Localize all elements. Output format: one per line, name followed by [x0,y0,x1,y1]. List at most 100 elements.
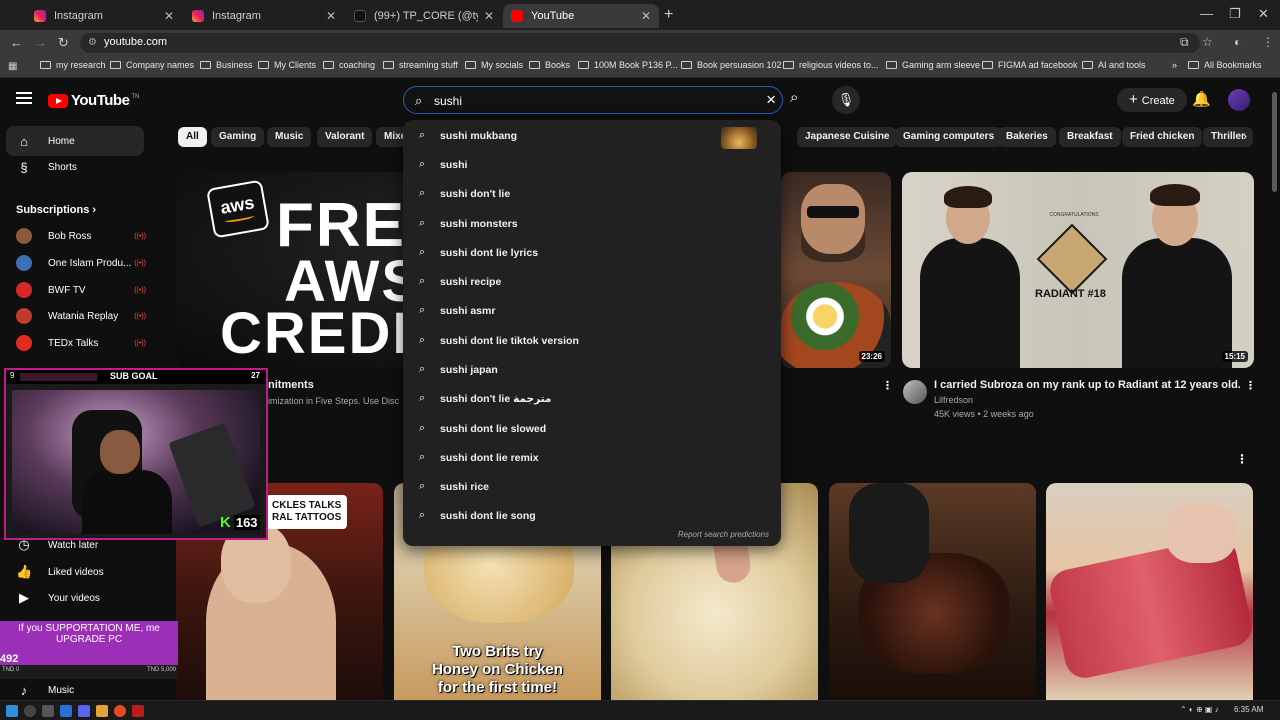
bookmark-star-icon[interactable]: ☆ [1202,35,1213,49]
subscription-item[interactable]: One Islam Produ... ((•)) [16,255,146,271]
video-thumbnail-radiant[interactable]: CONGRATULATIONS RADIANT #18 15:15 [902,172,1254,368]
search-suggestion[interactable]: ⌕ sushi japan [403,355,781,384]
url-field[interactable]: ⚙ youtube.com [80,33,1200,53]
apps-grid-icon[interactable]: ▦ [8,61,17,72]
report-search-predictions-link[interactable]: Report search predictions [678,530,769,539]
all-bookmarks-folder[interactable]: All Bookmarks [1188,60,1262,70]
more-options-icon[interactable]: ⋮ [1245,379,1256,392]
restore-icon[interactable]: ❐ [1229,6,1241,22]
app-icon[interactable] [132,705,144,717]
short-thumbnail[interactable] [1046,483,1253,700]
bookmark-business[interactable]: Business [200,60,253,70]
chip-gaming[interactable]: Gaming [211,127,265,147]
bookmark-ai-and-tools[interactable]: AI and tools [1082,60,1146,70]
back-icon[interactable]: ← [10,35,23,50]
chip-music[interactable]: Music [267,127,312,147]
close-tab-icon[interactable]: ✕ [641,9,651,23]
search-suggestion[interactable]: ⌕ sushi dont lie slowed [403,414,781,443]
create-button[interactable]: + Create [1117,88,1187,112]
bookmark-streaming-stuff[interactable]: streaming stuff [383,60,458,70]
forward-icon[interactable]: → [34,35,47,50]
account-avatar[interactable] [1228,89,1250,111]
search-suggestion[interactable]: ⌕ sushi don't lie [403,179,781,208]
bookmark-coaching[interactable]: coaching [323,60,375,70]
chip-breakfast[interactable]: Breakfast [1059,127,1121,147]
install-app-icon[interactable]: ⧉ [1180,35,1189,50]
bookmark-gaming-arm-sleeve[interactable]: Gaming arm sleeve [886,60,980,70]
task-view-icon[interactable] [42,705,54,717]
discord-icon[interactable] [78,705,90,717]
notifications-bell-icon[interactable]: 🔔 [1192,90,1211,108]
sidebar-item-your-videos[interactable]: ▶ Your videos [6,583,144,613]
search-suggestion[interactable]: ⌕ sushi mukbang [403,121,781,150]
chip-fried-chicken[interactable]: Fried chicken [1122,127,1203,147]
search-icon[interactable] [24,705,36,717]
tray-icons[interactable]: ⌃ ◐ ⊕ ▣ ♪ [1180,705,1219,714]
site-info-icon[interactable]: ⚙ [88,37,97,48]
app-icon[interactable] [60,705,72,717]
short-thumbnail[interactable] [829,483,1036,700]
bookmark-books[interactable]: Books [529,60,570,70]
search-suggestion[interactable]: ⌕ sushi dont lie tiktok version [403,326,781,355]
video-thumbnail-food[interactable]: 23:26 [781,172,891,368]
bookmark-100m-book[interactable]: 100M Book P136 P... [578,60,678,70]
browser-tab-instagram-2[interactable]: Instagram ✕ [184,4,344,28]
chrome-icon[interactable] [114,705,126,717]
chip-gaming-computers[interactable]: Gaming computers [895,127,1003,147]
close-tab-icon[interactable]: ✕ [484,9,494,23]
new-tab-icon[interactable]: + [664,6,673,24]
search-suggestion[interactable]: ⌕ sushi monsters [403,209,781,238]
video-title[interactable]: I carried Subroza on my rank up to Radia… [934,379,1241,391]
search-box[interactable]: ⌕ × [403,86,783,114]
file-explorer-icon[interactable] [96,705,108,717]
chip-valorant[interactable]: Valorant [317,127,373,147]
chip-all[interactable]: All [178,127,207,147]
subscription-item[interactable]: TEDx Talks ((•)) [16,335,146,351]
sidebar-item-shorts[interactable]: § Shorts [6,152,144,182]
browser-menu-icon[interactable]: ⋮ [1262,35,1274,49]
hamburger-menu-icon[interactable] [16,92,32,104]
search-button-icon[interactable]: ⌕ [790,89,798,106]
voice-search-icon[interactable]: 🎙 [832,86,860,114]
channel-name[interactable]: Lilfredson [934,395,973,405]
browser-tab-youtube[interactable]: YouTube ✕ [503,4,659,28]
bookmark-book-persuasion[interactable]: Book persuasion 102 [681,60,782,70]
bookmark-my-research[interactable]: my research [40,60,106,70]
browser-tab-tiktok[interactable]: (99+) TP_CORE (@typann_core) ✕ [346,4,502,28]
minimize-icon[interactable]: — [1200,6,1213,21]
search-suggestion[interactable]: ⌕ sushi dont lie song [403,501,781,530]
search-suggestion[interactable]: ⌕ sushi asmr [403,296,781,325]
scrollbar-thumb[interactable] [1272,92,1277,192]
chip-bakeries[interactable]: Bakeries [998,127,1056,147]
search-suggestion[interactable]: ⌕ sushi dont lie lyrics [403,238,781,267]
section-more-options-icon[interactable]: ⋮ [1236,452,1248,466]
search-suggestion[interactable]: ⌕ sushi [403,150,781,179]
bookmark-company-names[interactable]: Company names [110,60,194,70]
reload-icon[interactable]: ↻ [58,35,69,51]
aws-ad-title[interactable]: nitments [268,379,314,391]
subscriptions-heading[interactable]: Subscriptions › [16,204,96,216]
search-suggestion[interactable]: ⌕ sushi don't lie مترجمة [403,384,781,413]
clear-search-icon[interactable]: × [766,90,776,110]
close-window-icon[interactable]: ✕ [1258,6,1269,22]
start-menu-icon[interactable] [6,705,18,717]
bookmarks-overflow-icon[interactable]: » [1172,60,1177,70]
bookmark-my-socials[interactable]: My socials [465,60,523,70]
search-suggestion[interactable]: ⌕ sushi dont lie remix [403,443,781,472]
browser-tab-instagram-1[interactable]: Instagram ✕ [26,4,182,28]
more-options-icon[interactable]: ⋮ [882,379,893,392]
bookmark-religious-videos[interactable]: religious videos to... [783,60,879,70]
bookmark-my-clients[interactable]: My Clients [258,60,316,70]
close-tab-icon[interactable]: ✕ [164,9,174,23]
subscription-item[interactable]: Bob Ross ((•)) [16,228,146,244]
subscription-item[interactable]: BWF TV ((•)) [16,282,146,298]
youtube-logo[interactable]: YouTube TN [48,92,139,109]
search-suggestion[interactable]: ⌕ sushi rice [403,472,781,501]
chip-japanese-cuisine[interactable]: Japanese Cuisine [797,127,898,147]
bookmark-figma-ad-facebook[interactable]: FIGMA ad facebook [982,60,1078,70]
profile-icon[interactable]: ◐ [1234,35,1241,49]
channel-avatar[interactable] [903,380,927,404]
chevron-right-icon[interactable]: › [1243,129,1247,143]
close-tab-icon[interactable]: ✕ [326,9,336,23]
search-input[interactable] [434,92,754,110]
